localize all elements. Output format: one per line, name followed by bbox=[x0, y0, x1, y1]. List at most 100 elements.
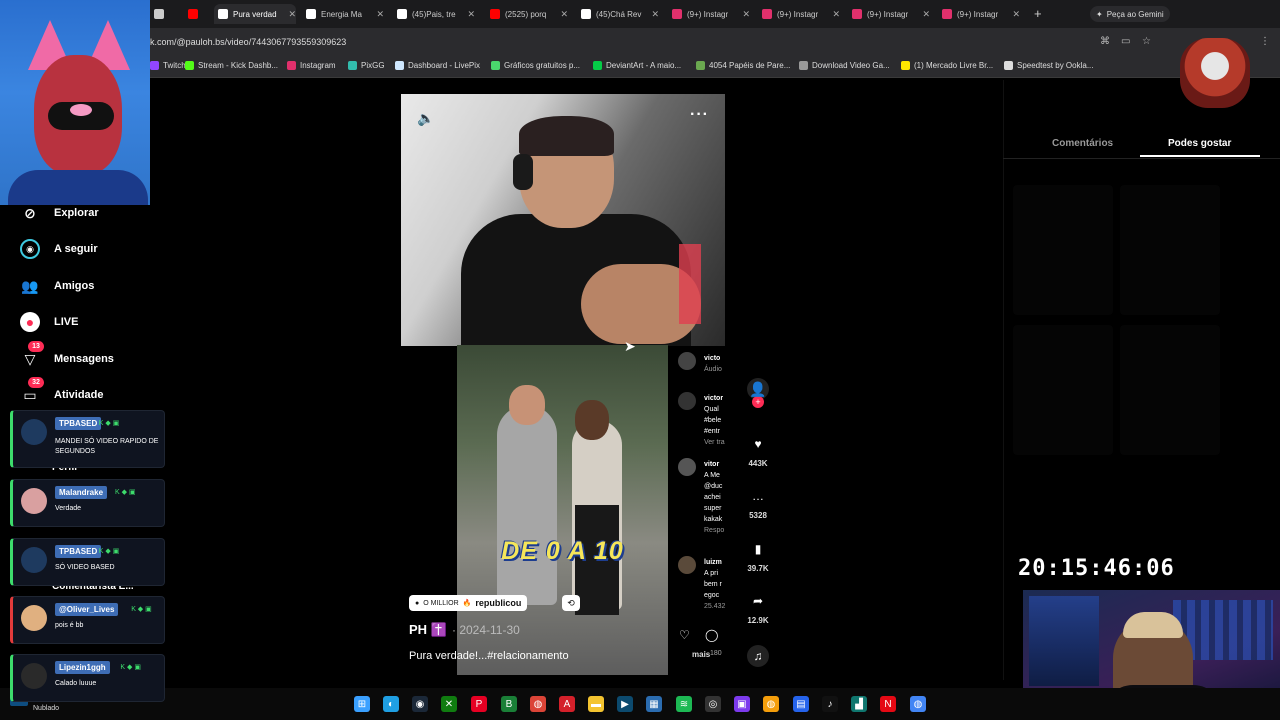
sidebar-item-live[interactable]: ● LIVE bbox=[20, 312, 78, 332]
chrome-alt-icon[interactable]: ◍ bbox=[763, 696, 779, 712]
adobe-icon[interactable]: A bbox=[559, 696, 575, 712]
url-input[interactable]: k.com/@pauloh.bs/video/74430677935593096… bbox=[150, 37, 346, 47]
tab-1[interactable] bbox=[184, 4, 210, 24]
bookmark-0[interactable]: Twitch bbox=[150, 61, 186, 70]
calculator-icon[interactable]: ▦ bbox=[646, 696, 662, 712]
sidebar-item-atividade[interactable]: ▭ 32 Atividade bbox=[20, 377, 104, 405]
tab-close-icon[interactable]: ✕ bbox=[288, 9, 296, 20]
sidebar-item-explorar[interactable]: ⊘ Explorar bbox=[20, 203, 99, 223]
commenter-avatar[interactable] bbox=[678, 556, 696, 574]
bookmark-2[interactable]: Instagram bbox=[287, 61, 336, 70]
tab-4[interactable]: (45)Pais, tre ✕ bbox=[393, 4, 475, 24]
obs-icon[interactable]: ◎ bbox=[705, 696, 721, 712]
bookmark-3[interactable]: PixGG bbox=[348, 61, 385, 70]
tab-close-icon[interactable]: ✕ bbox=[1012, 9, 1020, 20]
app-b-icon[interactable]: B bbox=[501, 696, 517, 712]
tab-0[interactable] bbox=[150, 4, 178, 24]
bookmark-1[interactable]: Stream - Kick Dashb... bbox=[185, 61, 278, 70]
calendar-icon[interactable]: ▤ bbox=[793, 696, 809, 712]
sidebar-item-a-seguir[interactable]: ◉ A seguir bbox=[20, 239, 98, 259]
tab-close-icon[interactable]: ✕ bbox=[832, 9, 840, 20]
windows-icon[interactable]: ⊞ bbox=[354, 696, 370, 712]
chrome-icon[interactable]: ◍ bbox=[530, 696, 546, 712]
tab-you-may-like[interactable]: Podes gostar bbox=[1168, 138, 1231, 149]
bookmark-4[interactable]: Dashboard - LivePix bbox=[395, 61, 480, 70]
chat-avatar bbox=[21, 488, 47, 514]
comment-action[interactable]: … 5328 bbox=[745, 485, 771, 520]
folder-icon[interactable]: ▬ bbox=[588, 696, 604, 712]
chat-username: Malandrake bbox=[55, 486, 108, 499]
save-action[interactable]: ▮ 39.7K bbox=[745, 538, 771, 573]
video-caption-overlay: DE 0 A 10 bbox=[501, 537, 624, 565]
tab-close-icon[interactable]: ✕ bbox=[467, 9, 475, 20]
tab-label: (45)Chá Rev bbox=[596, 9, 642, 19]
edge-icon[interactable]: ◐ bbox=[383, 696, 399, 712]
sidebar-item-amigos[interactable]: 👥 Amigos bbox=[20, 276, 94, 296]
tab-close-icon[interactable]: ✕ bbox=[742, 9, 750, 20]
netflix-icon[interactable]: N bbox=[880, 696, 896, 712]
repost-icon[interactable]: ⟲ bbox=[562, 595, 580, 611]
chrome-active-icon[interactable]: ◍ bbox=[910, 696, 926, 712]
pinterest-icon[interactable]: P bbox=[471, 696, 487, 712]
tab-7[interactable]: (9+) Instagr ✕ bbox=[668, 4, 750, 24]
tab-3[interactable]: Energia Ma ✕ bbox=[302, 4, 384, 24]
live-icon: ● bbox=[20, 312, 40, 332]
profile-avatar[interactable] bbox=[1160, 30, 1270, 112]
author-avatar[interactable]: 👤 + bbox=[745, 378, 771, 408]
tab-close-icon[interactable]: ✕ bbox=[922, 9, 930, 20]
terminal-icon[interactable]: ▶ bbox=[617, 696, 633, 712]
suggested-video-1[interactable] bbox=[1013, 185, 1113, 315]
gemini-button[interactable]: ✦ Peça ao Gemini bbox=[1090, 6, 1170, 22]
new-tab-button[interactable]: + bbox=[1034, 6, 1042, 21]
tab-10[interactable]: (9+) Instagr ✕ bbox=[938, 4, 1020, 24]
bookmark-10[interactable]: Speedtest by Ookla... bbox=[1004, 61, 1094, 70]
comment-reply-icon[interactable]: ◯ bbox=[705, 628, 718, 642]
bookmark-9[interactable]: (1) Mercado Livre Br... bbox=[901, 61, 993, 70]
tab-comments[interactable]: Comentários bbox=[1052, 138, 1113, 149]
xbox-icon[interactable]: ✕ bbox=[441, 696, 457, 712]
bookmark-7[interactable]: 4054 Papéis de Pare... bbox=[696, 61, 790, 70]
app-teal-icon[interactable]: ▟ bbox=[851, 696, 867, 712]
bookmark-8[interactable]: Download Video Ga... bbox=[799, 61, 890, 70]
bookmark-favicon-icon bbox=[395, 61, 404, 70]
translate-icon[interactable]: ⌘ bbox=[1100, 36, 1110, 47]
author-name[interactable]: PH ✝️ bbox=[409, 622, 447, 638]
cast-icon[interactable]: ▭ bbox=[1121, 36, 1130, 47]
tab-close-icon[interactable]: ✕ bbox=[376, 9, 384, 20]
app-grid-icon[interactable]: ▣ bbox=[734, 696, 750, 712]
more-options-icon[interactable]: ··· bbox=[690, 106, 709, 124]
commenter-avatar[interactable] bbox=[678, 458, 696, 476]
bookmark-6[interactable]: DeviantArt - A maio... bbox=[593, 61, 681, 70]
suggested-video-3[interactable] bbox=[1013, 325, 1113, 455]
bookmark-5[interactable]: Gráficos gratuitos p... bbox=[491, 61, 580, 70]
comment-like-icon[interactable]: ♡ bbox=[679, 628, 690, 642]
main-video[interactable]: 🔈 ··· bbox=[401, 94, 725, 346]
share-action[interactable]: ➦ 12.9K bbox=[745, 590, 771, 625]
caption-more-button[interactable]: mais bbox=[692, 650, 710, 659]
bookmark-label: DeviantArt - A maio... bbox=[606, 61, 682, 70]
bookmark-label: 4054 Papéis de Pare... bbox=[709, 61, 791, 70]
tab-close-icon[interactable]: ✕ bbox=[651, 9, 659, 20]
bookmark-favicon-icon bbox=[901, 61, 910, 70]
bookmark-label: Download Video Ga... bbox=[812, 61, 890, 70]
commenter-avatar[interactable] bbox=[678, 392, 696, 410]
suggested-video-2[interactable] bbox=[1120, 185, 1220, 315]
like-action[interactable]: ♥ 443K bbox=[745, 433, 771, 468]
tab-8[interactable]: (9+) Instagr ✕ bbox=[758, 4, 840, 24]
steam-icon[interactable]: ◉ bbox=[412, 696, 428, 712]
tab-5[interactable]: (2525) porq ✕ bbox=[486, 4, 568, 24]
sidebar-item-mensagens[interactable]: ▽ 13 Mensagens bbox=[20, 341, 114, 369]
star-icon[interactable]: ☆ bbox=[1142, 36, 1151, 47]
tab-6[interactable]: (45)Chá Rev ✕ bbox=[577, 4, 659, 24]
spotify-icon[interactable]: ≋ bbox=[676, 696, 692, 712]
suggested-video-4[interactable] bbox=[1120, 325, 1220, 455]
repost-pill[interactable]: ● O MILLIOR 🔥 republicou bbox=[409, 595, 528, 611]
commenter-avatar[interactable] bbox=[678, 352, 696, 370]
tab-9[interactable]: (9+) Instagr ✕ bbox=[848, 4, 930, 24]
music-disc[interactable]: ♫ bbox=[745, 645, 771, 667]
tab-favicon-icon bbox=[218, 9, 228, 19]
tab-close-icon[interactable]: ✕ bbox=[560, 9, 568, 20]
volume-icon[interactable]: 🔈 bbox=[417, 110, 434, 127]
tab-2[interactable]: Pura verdad ✕ bbox=[214, 4, 296, 24]
tiktok-icon[interactable]: ♪ bbox=[822, 696, 838, 712]
